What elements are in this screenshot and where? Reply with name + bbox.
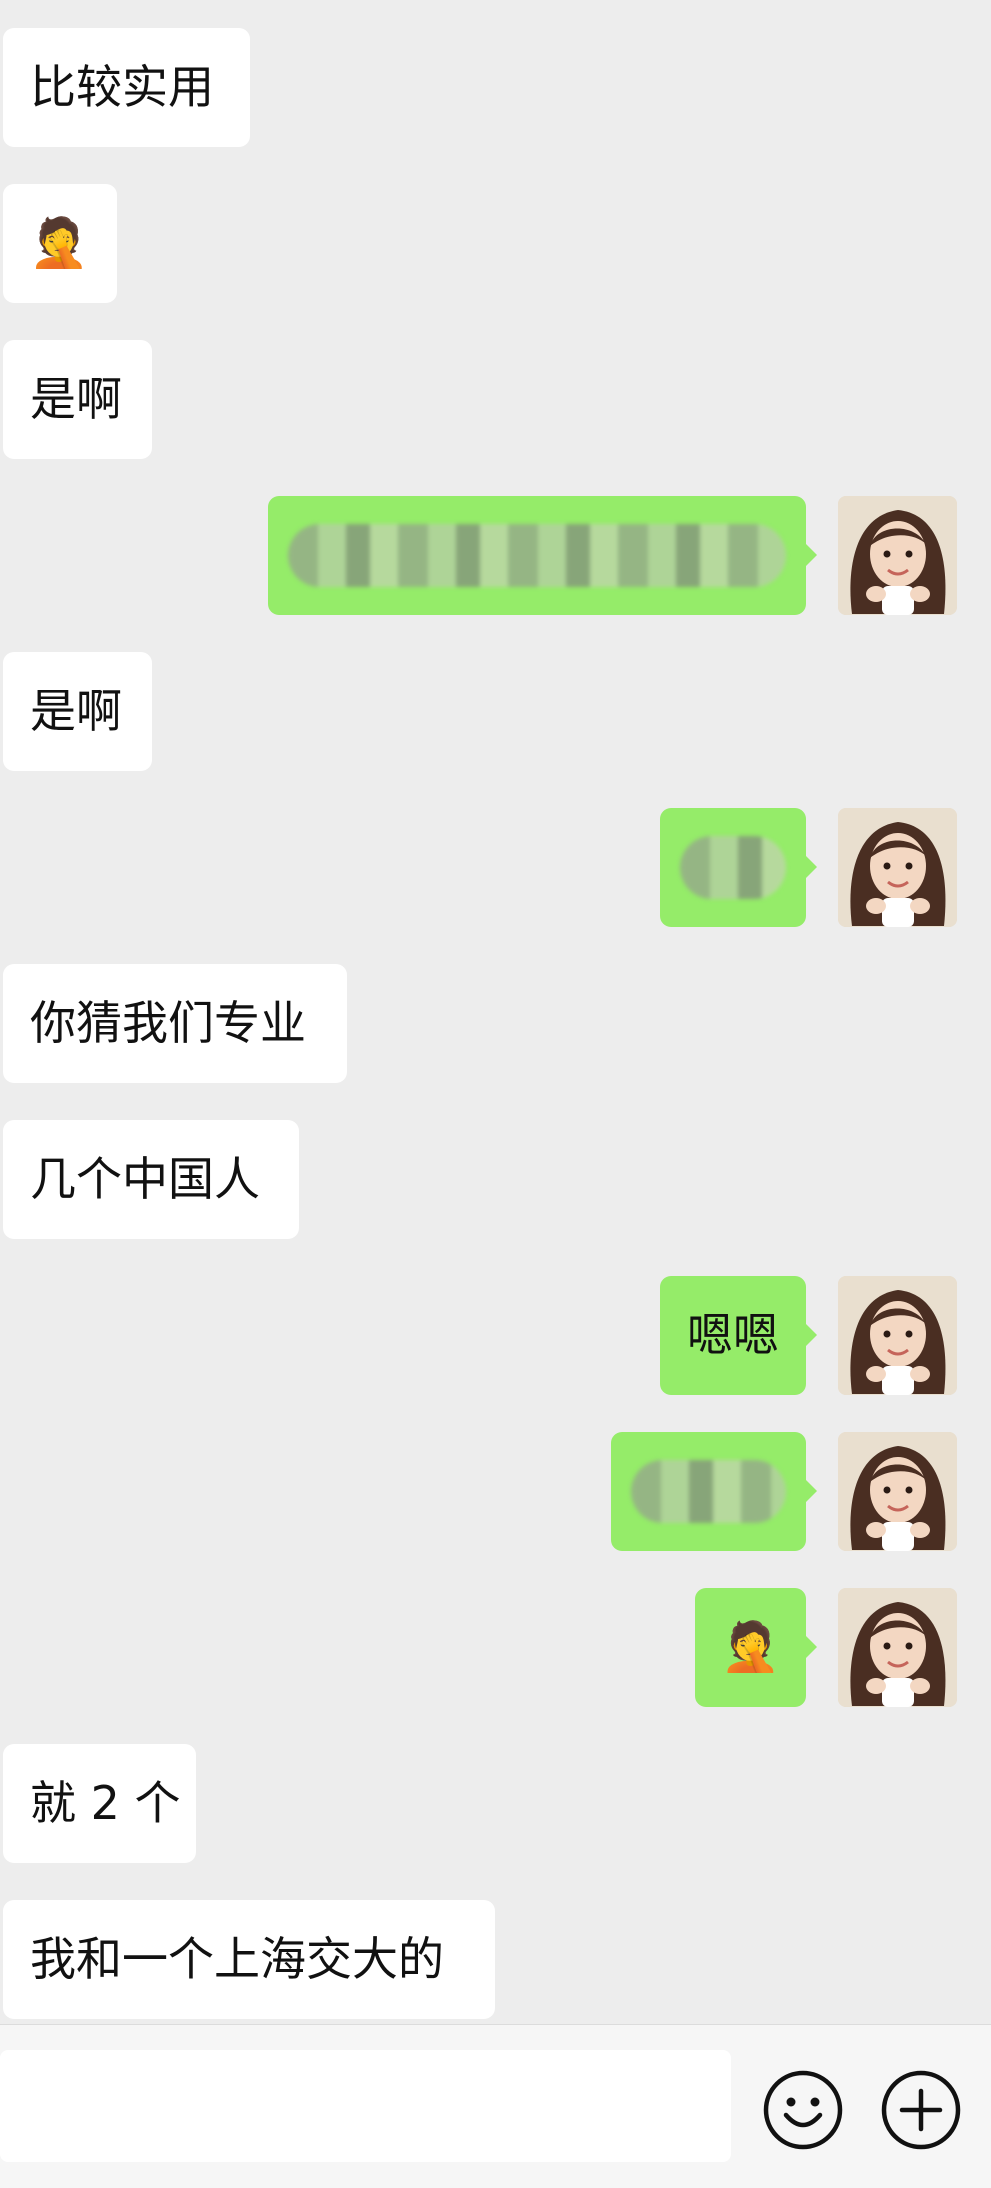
redacted-text-mosaic xyxy=(680,836,786,899)
incoming-message-bubble[interactable]: 你猜我们专业 xyxy=(3,964,347,1083)
incoming-message-bubble[interactable]: 是啊 xyxy=(3,340,152,459)
outgoing-message-bubble[interactable] xyxy=(611,1432,817,1551)
avatar[interactable] xyxy=(838,1432,957,1551)
redacted-text-mosaic xyxy=(631,1460,786,1523)
avatar[interactable] xyxy=(838,496,957,615)
chat-input-bar xyxy=(0,2024,991,2188)
incoming-message-bubble[interactable]: 我和一个上海交大的 xyxy=(3,1900,495,2019)
outgoing-message-bubble[interactable] xyxy=(268,496,817,615)
message-input[interactable] xyxy=(0,2050,731,2162)
smiley-face-icon[interactable] xyxy=(762,2069,844,2151)
redacted-text-mosaic xyxy=(288,524,786,587)
chat-message-list[interactable]: 比较实用 🤦 是啊 是啊 你猜我们专业 几个中国人 嗯嗯 🤦 就 2 个 我和一… xyxy=(0,0,991,2024)
avatar[interactable] xyxy=(838,1276,957,1395)
incoming-message-bubble[interactable]: 几个中国人 xyxy=(3,1120,299,1239)
outgoing-message-bubble[interactable]: 🤦 xyxy=(695,1588,817,1707)
avatar[interactable] xyxy=(838,808,957,927)
outgoing-message-bubble[interactable] xyxy=(660,808,817,927)
plus-circle-icon[interactable] xyxy=(880,2069,962,2151)
incoming-message-bubble[interactable]: 比较实用 xyxy=(3,28,250,147)
incoming-message-bubble[interactable]: 🤦 xyxy=(3,184,117,303)
avatar[interactable] xyxy=(838,1588,957,1707)
incoming-message-bubble[interactable]: 就 2 个 xyxy=(3,1744,196,1863)
outgoing-message-bubble[interactable]: 嗯嗯 xyxy=(660,1276,817,1395)
incoming-message-bubble[interactable]: 是啊 xyxy=(3,652,152,771)
